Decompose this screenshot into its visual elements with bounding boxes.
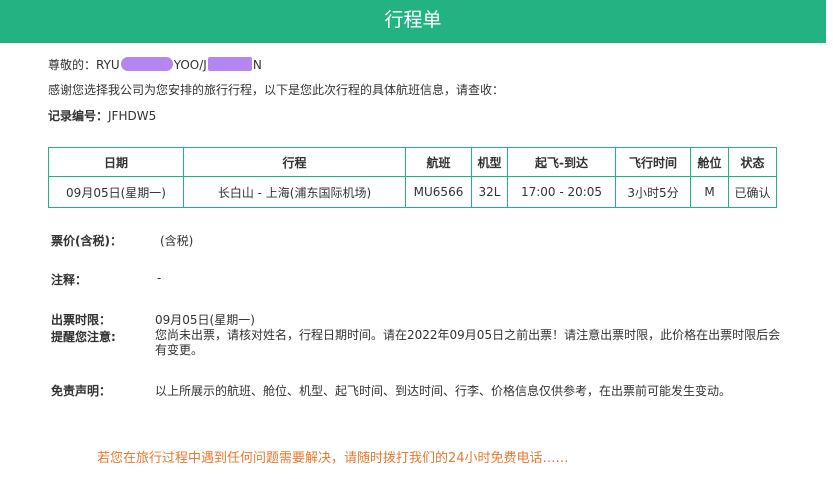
cell-times: 17:00 - 20:05 — [507, 176, 616, 208]
note-value: - — [157, 271, 162, 285]
table-row: 09月05日(星期一) 长白山 - 上海(浦东国际机场) MU6566 32L … — [48, 176, 777, 208]
page-title: 行程单 — [384, 9, 442, 31]
cell-status: 已确认 — [728, 176, 777, 208]
itinerary-table: 日期 行程 航班 机型 起飞-到达 飞行时间 舱位 状态 09月05日(星期一)… — [48, 147, 777, 208]
column-header-duration: 飞行时间 — [615, 147, 691, 177]
price-label: 票价(含税)： — [51, 234, 122, 248]
greeting-suffix: N — [252, 58, 262, 72]
cell-route: 长白山 - 上海(浦东国际机场) — [183, 176, 406, 208]
record-value: JFHDW5 — [108, 109, 157, 123]
column-header-date: 日期 — [48, 147, 184, 177]
disclaimer-text: 以上所展示的航班、舱位、机型、起飞时间、到达时间、行李、价格信息仅供参考，在出票… — [155, 384, 732, 398]
cell-date: 09月05日(星期一) — [48, 176, 184, 208]
note-label: 注释： — [51, 273, 88, 287]
disclaimer-label: 免责声明： — [51, 384, 112, 398]
greeting-line: 尊敬的：RYU YOO/J N — [48, 56, 262, 73]
greeting-prefix: 尊敬的：RYU — [48, 58, 120, 72]
column-header-aircraft: 机型 — [471, 147, 508, 177]
intro-text: 感谢您选择我公司为您安排的旅行行程，以下是您此次行程的具体航班信息，请查收： — [48, 83, 505, 97]
deadline-value: 09月05日(星期一) — [155, 313, 255, 327]
redacted-name-part — [207, 57, 252, 71]
support-hotline-note: 若您在旅行过程中遇到任何问题需要解决，请随时拨打我们的24小时免费电话…… — [97, 451, 569, 466]
cell-aircraft: 32L — [471, 176, 508, 208]
cell-flight: MU6566 — [405, 176, 472, 208]
column-header-times: 起飞-到达 — [507, 147, 616, 177]
cell-duration: 3小时5分 — [615, 176, 691, 208]
cell-cabin: M — [690, 176, 729, 208]
record-label: 记录编号： — [48, 109, 109, 123]
reminder-text: 您尚未出票，请核对姓名，行程日期时间。请在2022年09月05日之前出票！请注意… — [155, 328, 781, 357]
itinerary-header: 行程单 — [0, 0, 826, 43]
column-header-route: 行程 — [183, 147, 406, 177]
record-line: 记录编号：JFHDW5 — [48, 107, 156, 124]
greeting-middle: YOO/J — [173, 58, 207, 72]
column-header-status: 状态 — [728, 147, 777, 177]
deadline-label: 出票时限： — [51, 313, 112, 327]
column-header-flight: 航班 — [405, 147, 472, 177]
redacted-name-part — [120, 57, 173, 71]
column-header-cabin: 舱位 — [690, 147, 729, 177]
reminder-label: 提醒您注意: — [51, 330, 116, 344]
table-header-row: 日期 行程 航班 机型 起飞-到达 飞行时间 舱位 状态 — [48, 147, 777, 177]
price-value: (含税) — [160, 234, 194, 248]
